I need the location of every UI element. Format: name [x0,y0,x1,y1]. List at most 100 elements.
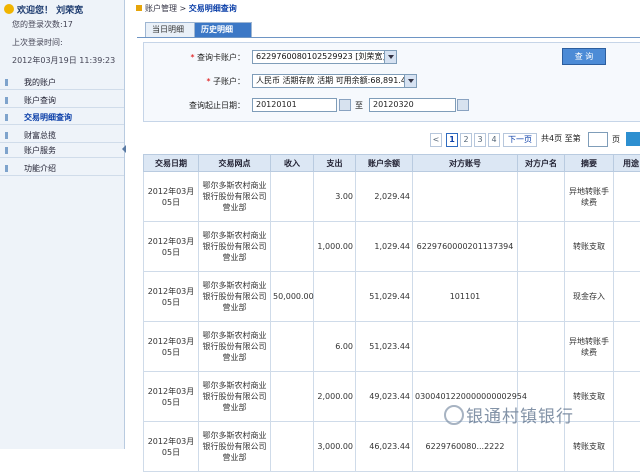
page-3-button[interactable]: 3 [474,133,486,147]
collapse-sidebar-icon[interactable] [122,145,126,153]
cell-income [271,222,314,272]
cell-expense: 2,000.00 [314,372,356,422]
col-header: 账户余额 [356,155,413,172]
tab-history-detail[interactable]: 历史明细 [194,22,252,37]
sidebar-item-my-account[interactable]: 我的账户 [0,75,124,90]
breadcrumb-icon [136,5,142,11]
cell-date: 2012年03月05日 [144,272,199,322]
cell-summary: 异地转账手续费 [565,172,614,222]
cell-purpose [614,422,640,472]
page-unit-label: 页 [612,134,620,145]
calendar-icon[interactable] [339,99,351,111]
cell-balance: 2,029.44 [356,172,413,222]
table-row: 2012年03月05日 鄂尔多斯农村商业银行股份有限公司营业部 50,000.0… [144,272,640,322]
bullet-icon [5,114,8,121]
page-2-button[interactable]: 2 [460,133,472,147]
cell-counter-account [413,172,518,222]
col-header: 摘要 [565,155,614,172]
sidebar-item-account-query[interactable]: 账户查询 [0,93,124,108]
cell-date: 2012年03月05日 [144,422,199,472]
start-date-input[interactable]: 20120101 [252,98,337,112]
sidebar-item-label: 功能介绍 [24,161,56,176]
cell-date: 2012年03月05日 [144,222,199,272]
cell-income: 50,000.00 [271,272,314,322]
col-header: 用途 [614,155,640,172]
table-header-row: 交易日期 交易网点 收入 支出 账户余额 对方账号 对方户名 摘要 用途 [144,155,640,172]
welcome-text: 欢迎您！ 刘荣宽 [4,3,83,16]
cell-date: 2012年03月05日 [144,172,199,222]
go-page-button[interactable] [626,132,640,146]
cell-expense: 3,000.00 [314,422,356,472]
breadcrumb-parent[interactable]: 账户管理 [145,4,177,13]
page-number-input[interactable] [588,132,608,147]
cell-counter-account: 101101 [413,272,518,322]
date-range-separator: 至 [355,100,363,111]
page-1-button[interactable]: 1 [446,133,458,147]
cell-summary: 现金存入 [565,272,614,322]
cell-date: 2012年03月05日 [144,372,199,422]
col-header: 对方户名 [518,155,565,172]
bullet-icon [5,132,8,139]
last-login-time: 2012年03月19日 11:39:23 [12,55,115,66]
calendar-icon[interactable] [457,99,469,111]
card-account-label: * 查询卡账户： [125,52,245,63]
col-header: 支出 [314,155,356,172]
user-avatar-icon [4,4,14,14]
tab-today-detail[interactable]: 当日明细 [145,22,197,37]
cell-counter-account: 6229760080...2222 [413,422,518,472]
sidebar [0,0,125,449]
col-header: 对方账号 [413,155,518,172]
cell-purpose [614,272,640,322]
cell-expense [314,272,356,322]
watermark-text: 银通村镇银行 [466,402,574,427]
sidebar-item-label: 交易明细查询 [24,110,72,125]
cell-expense: 1,000.00 [314,222,356,272]
query-button[interactable]: 查 询 [562,48,606,65]
cell-income [271,422,314,472]
breadcrumb-separator: > [180,4,187,13]
chevron-down-icon [404,75,416,87]
table-row: 2012年03月05日 鄂尔多斯农村商业银行股份有限公司营业部 3.00 2,0… [144,172,640,222]
cell-expense: 3.00 [314,172,356,222]
cell-balance: 49,023.44 [356,372,413,422]
cell-branch: 鄂尔多斯农村商业银行股份有限公司营业部 [199,272,271,322]
tab-divider [137,37,640,38]
sidebar-item-label: 我的账户 [24,75,56,90]
cell-date: 2012年03月05日 [144,322,199,372]
page-4-button[interactable]: 4 [488,133,500,147]
bullet-icon [5,147,8,154]
cell-income [271,372,314,422]
cell-counter-name [518,322,565,372]
table-row: 2012年03月05日 鄂尔多斯农村商业银行股份有限公司营业部 3,000.00… [144,422,640,472]
cell-counter-name [518,272,565,322]
cell-branch: 鄂尔多斯农村商业银行股份有限公司营业部 [199,372,271,422]
sidebar-item-account-service[interactable]: 账户服务 [0,143,124,158]
cell-summary: 转账支取 [565,422,614,472]
sidebar-item-label: 财富总揽 [24,128,56,143]
login-count: 您的登录次数:17 [12,19,73,30]
cell-expense: 6.00 [314,322,356,372]
sidebar-item-feature-intro[interactable]: 功能介绍 [0,161,124,176]
table-row: 2012年03月05日 鄂尔多斯农村商业银行股份有限公司营业部 6.00 51,… [144,322,640,372]
last-login-label: 上次登录时间: [12,37,63,48]
cell-branch: 鄂尔多斯农村商业银行股份有限公司营业部 [199,222,271,272]
sidebar-item-transaction-detail[interactable]: 交易明细查询 [0,110,124,125]
chat-bubble-icon [444,405,464,425]
col-header: 交易网点 [199,155,271,172]
cell-balance: 51,029.44 [356,272,413,322]
card-account-select[interactable]: 6229760080102529923 [刘荣宽] [252,50,397,64]
cell-purpose [614,222,640,272]
cell-income [271,172,314,222]
cell-counter-name [518,172,565,222]
cell-balance: 51,023.44 [356,322,413,372]
end-date-input[interactable]: 20120320 [369,98,456,112]
next-page-button[interactable]: 下一页 [503,133,537,147]
chevron-down-icon [384,51,396,63]
sub-account-select[interactable]: 人民币 活期存款 活期 可用余额:68,891.44元 [252,74,417,88]
prev-page-button[interactable]: < [430,133,442,147]
sidebar-item-wealth-overview[interactable]: 财富总揽 [0,128,124,143]
sidebar-item-label: 账户查询 [24,93,56,108]
page-total-label: 共4页 至第 [541,133,581,144]
bullet-icon [5,165,8,172]
date-range-label: 查询起止日期： [125,100,245,111]
